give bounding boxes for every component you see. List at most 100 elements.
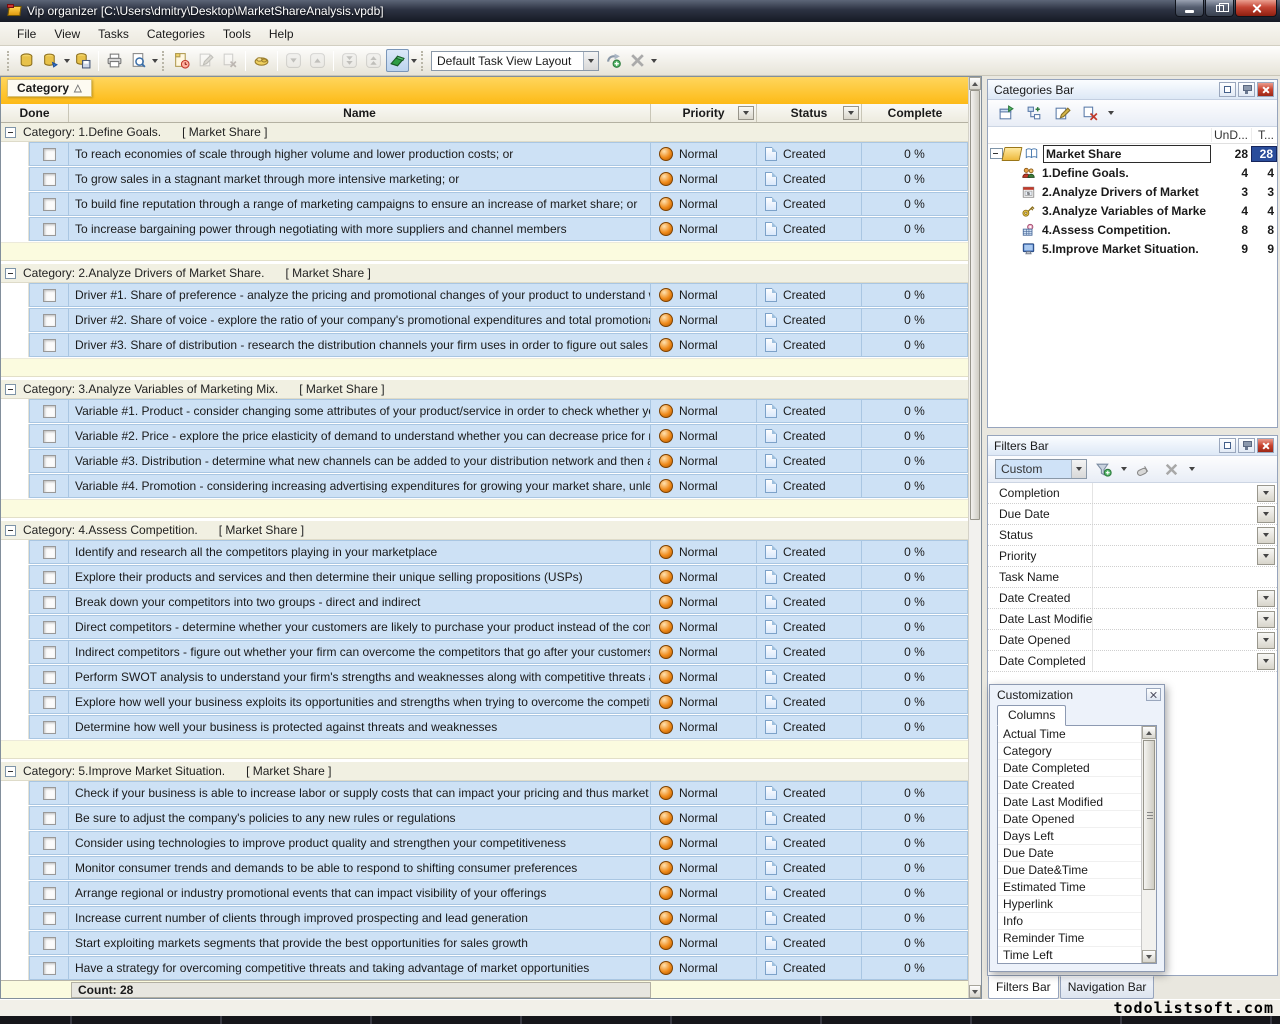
task-name-cell[interactable]: Explore how well your business exploits … bbox=[69, 690, 651, 714]
task-done-cell[interactable] bbox=[29, 856, 69, 880]
task-status-cell[interactable]: Created bbox=[757, 615, 862, 639]
menu-file[interactable]: File bbox=[8, 24, 45, 44]
task-done-cell[interactable] bbox=[29, 906, 69, 930]
task-status-cell[interactable]: Created bbox=[757, 906, 862, 930]
layout-combobox[interactable]: Default Task View Layout bbox=[431, 51, 599, 71]
task-complete-cell[interactable]: 0 % bbox=[862, 881, 968, 905]
category-tree-item[interactable]: 4.Assess Competition.88 bbox=[988, 220, 1277, 239]
filter-dropdown-icon[interactable] bbox=[1257, 632, 1275, 649]
task-done-cell[interactable] bbox=[29, 640, 69, 664]
filter-row-date-created[interactable]: Date Created bbox=[988, 588, 1277, 609]
task-status-cell[interactable]: Created bbox=[757, 283, 862, 307]
task-name-cell[interactable]: Variable #3. Distribution - determine wh… bbox=[69, 449, 651, 473]
task-done-cell[interactable] bbox=[29, 308, 69, 332]
column-header-priority[interactable]: Priority bbox=[651, 104, 757, 122]
print-icon[interactable] bbox=[103, 49, 126, 72]
task-done-cell[interactable] bbox=[29, 956, 69, 980]
task-name-cell[interactable]: Driver #3. Share of distribution - resea… bbox=[69, 333, 651, 357]
task-status-cell[interactable]: Created bbox=[757, 831, 862, 855]
filter-row-due-date[interactable]: Due Date bbox=[988, 504, 1277, 525]
column-option[interactable]: Category bbox=[998, 743, 1141, 760]
task-priority-cell[interactable]: Normal bbox=[651, 690, 757, 714]
task-name-cell[interactable]: Be sure to adjust the company's policies… bbox=[69, 806, 651, 830]
new-subcategory-icon[interactable] bbox=[1023, 102, 1046, 125]
collapse-group-icon[interactable] bbox=[5, 766, 16, 777]
task-status-cell[interactable]: Created bbox=[757, 308, 862, 332]
category-group-row[interactable]: Category: 4.Assess Competition.[ Market … bbox=[1, 521, 968, 540]
scroll-up-icon[interactable] bbox=[969, 77, 981, 90]
task-complete-cell[interactable]: 0 % bbox=[862, 856, 968, 880]
grid-vertical-scrollbar[interactable] bbox=[968, 77, 981, 998]
collapse-tree-icon[interactable] bbox=[990, 148, 1003, 159]
task-checkbox[interactable] bbox=[43, 289, 56, 302]
task-name-cell[interactable]: Check if your business is able to increa… bbox=[69, 781, 651, 805]
move-down-icon[interactable] bbox=[282, 49, 305, 72]
task-complete-cell[interactable]: 0 % bbox=[862, 167, 968, 191]
task-checkbox[interactable] bbox=[43, 430, 56, 443]
task-checkbox[interactable] bbox=[43, 455, 56, 468]
open-database-icon[interactable] bbox=[39, 49, 62, 72]
task-checkbox[interactable] bbox=[43, 721, 56, 734]
filter-dropdown-icon[interactable] bbox=[1257, 611, 1275, 628]
filters-bar-float-button[interactable] bbox=[1219, 438, 1236, 453]
toolbar-overflow-dropdown[interactable] bbox=[650, 46, 657, 75]
restore-button[interactable] bbox=[1205, 0, 1234, 17]
task-priority-cell[interactable]: Normal bbox=[651, 881, 757, 905]
task-priority-cell[interactable]: Normal bbox=[651, 640, 757, 664]
task-checkbox[interactable] bbox=[43, 646, 56, 659]
task-done-cell[interactable] bbox=[29, 590, 69, 614]
move-bottom-icon[interactable] bbox=[338, 49, 361, 72]
task-checkbox[interactable] bbox=[43, 912, 56, 925]
category-tree-item[interactable]: 3.Analyze Variables of Marke44 bbox=[988, 201, 1277, 220]
task-status-cell[interactable]: Created bbox=[757, 399, 862, 423]
filter-preset-combobox[interactable]: Custom bbox=[995, 459, 1087, 479]
task-priority-cell[interactable]: Normal bbox=[651, 399, 757, 423]
column-option[interactable]: Hyperlink bbox=[998, 896, 1141, 913]
column-option[interactable]: Due Date&Time bbox=[998, 862, 1141, 879]
filter-dropdown-icon[interactable] bbox=[1257, 590, 1275, 607]
task-complete-cell[interactable]: 0 % bbox=[862, 540, 968, 564]
task-done-cell[interactable] bbox=[29, 333, 69, 357]
task-checkbox[interactable] bbox=[43, 223, 56, 236]
task-done-cell[interactable] bbox=[29, 449, 69, 473]
task-complete-cell[interactable]: 0 % bbox=[862, 424, 968, 448]
filter-value[interactable] bbox=[1092, 651, 1257, 671]
task-name-cell[interactable]: Identify and research all the competitor… bbox=[69, 540, 651, 564]
task-name-cell[interactable]: Variable #4. Promotion - considering inc… bbox=[69, 474, 651, 498]
task-done-cell[interactable] bbox=[29, 881, 69, 905]
task-checkbox[interactable] bbox=[43, 173, 56, 186]
task-done-cell[interactable] bbox=[29, 690, 69, 714]
task-status-cell[interactable]: Created bbox=[757, 217, 862, 241]
task-done-cell[interactable] bbox=[29, 931, 69, 955]
task-checkbox[interactable] bbox=[43, 405, 56, 418]
task-priority-cell[interactable]: Normal bbox=[651, 474, 757, 498]
collapse-group-icon[interactable] bbox=[5, 525, 16, 536]
new-database-icon[interactable] bbox=[15, 49, 38, 72]
task-priority-cell[interactable]: Normal bbox=[651, 906, 757, 930]
task-complete-cell[interactable]: 0 % bbox=[862, 565, 968, 589]
layout-combobox-arrow[interactable] bbox=[583, 52, 598, 70]
task-status-cell[interactable]: Created bbox=[757, 333, 862, 357]
task-checkbox[interactable] bbox=[43, 198, 56, 211]
task-complete-cell[interactable]: 0 % bbox=[862, 590, 968, 614]
scroll-down-icon[interactable] bbox=[969, 985, 981, 998]
task-status-cell[interactable]: Created bbox=[757, 449, 862, 473]
task-priority-cell[interactable]: Normal bbox=[651, 283, 757, 307]
category-group-row[interactable]: Category: 2.Analyze Drivers of Market Sh… bbox=[1, 264, 968, 283]
filter-row-date-completed[interactable]: Date Completed bbox=[988, 651, 1277, 672]
column-option[interactable]: Estimated Time bbox=[998, 879, 1141, 896]
task-name-cell[interactable]: Indirect competitors - figure out whethe… bbox=[69, 640, 651, 664]
columns-scroll-down-icon[interactable] bbox=[1142, 950, 1156, 963]
filter-row-completion[interactable]: Completion bbox=[988, 483, 1277, 504]
task-status-cell[interactable]: Created bbox=[757, 806, 862, 830]
task-done-cell[interactable] bbox=[29, 781, 69, 805]
task-complete-cell[interactable]: 0 % bbox=[862, 665, 968, 689]
category-group-row[interactable]: Category: 3.Analyze Variables of Marketi… bbox=[1, 380, 968, 399]
task-done-cell[interactable] bbox=[29, 142, 69, 166]
column-header-status[interactable]: Status bbox=[757, 104, 862, 122]
edit-category-icon[interactable] bbox=[1051, 102, 1074, 125]
task-priority-cell[interactable]: Normal bbox=[651, 333, 757, 357]
new-category-icon[interactable] bbox=[995, 102, 1018, 125]
dock-tab-navigation-bar[interactable]: Navigation Bar bbox=[1060, 976, 1155, 999]
task-done-cell[interactable] bbox=[29, 615, 69, 639]
